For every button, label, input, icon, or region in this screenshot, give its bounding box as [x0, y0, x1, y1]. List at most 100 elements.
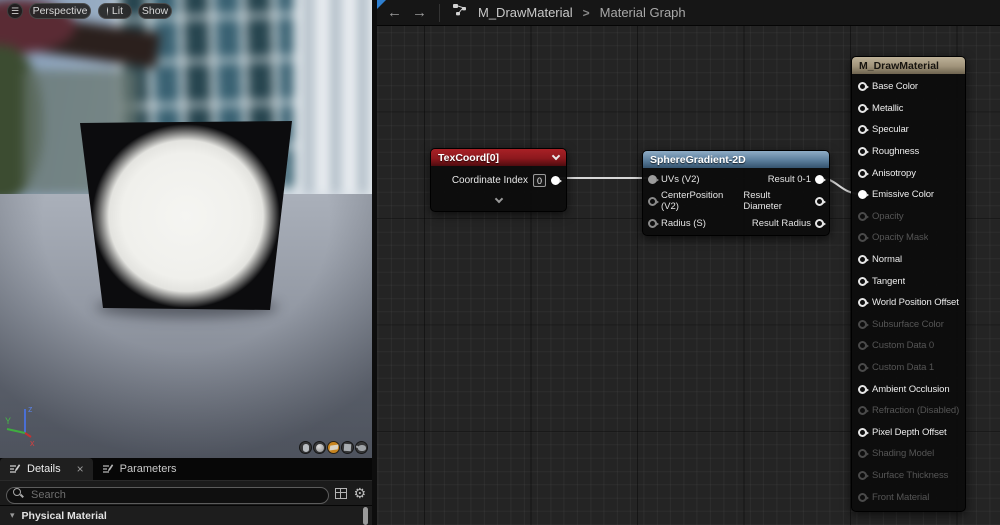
expander-icon[interactable]: ▾: [10, 510, 15, 521]
coordinate-index-value[interactable]: 0: [533, 174, 546, 187]
material-pin-row[interactable]: Anisotropy: [852, 162, 965, 184]
perspective-button[interactable]: Perspective: [29, 3, 91, 19]
pin-icon[interactable]: [858, 384, 869, 394]
pin-icon[interactable]: [858, 147, 869, 157]
resultradius-output-pin[interactable]: [815, 218, 826, 228]
forward-button[interactable]: →: [412, 5, 427, 20]
material-pin-row[interactable]: Refraction (Disabled): [852, 400, 965, 422]
material-pin-row[interactable]: Metallic: [852, 98, 965, 120]
result01-output-pin[interactable]: [815, 174, 826, 184]
axis-x-label: x: [30, 438, 35, 448]
display-filter-icon[interactable]: [335, 487, 348, 499]
pin-icon[interactable]: [858, 449, 869, 459]
pin-icon[interactable]: [858, 363, 869, 373]
show-button[interactable]: Show: [138, 3, 172, 19]
pin-icon[interactable]: [858, 470, 869, 480]
material-pin-row[interactable]: Shading Model: [852, 443, 965, 465]
pin-icon[interactable]: [858, 298, 869, 308]
pin-icon[interactable]: [858, 103, 869, 113]
pin-label: Subsurface Color: [872, 318, 944, 330]
pin-icon[interactable]: [858, 190, 869, 200]
material-preview-viewport[interactable]: ☰ Perspective Lit Show z Y x: [0, 0, 372, 458]
centerposition-input-pin[interactable]: [648, 196, 659, 206]
breadcrumb-graph-name[interactable]: Material Graph: [600, 5, 686, 20]
tab-parameters-label: Parameters: [119, 463, 177, 475]
uvs-input-pin[interactable]: [648, 174, 659, 184]
node-material-result[interactable]: M_DrawMaterial Base Color Metallic Specu…: [851, 56, 966, 512]
pin-icon[interactable]: [858, 341, 869, 351]
resultdiameter-output-pin[interactable]: [815, 196, 826, 206]
viewport-menu-button[interactable]: ☰: [7, 3, 23, 19]
shape-teapot-button[interactable]: [355, 441, 368, 454]
tab-details[interactable]: Details ×: [0, 458, 93, 480]
material-pin-row[interactable]: Custom Data 1: [852, 357, 965, 379]
material-pin-row[interactable]: Ambient Occlusion: [852, 378, 965, 400]
details-scrollbar[interactable]: [363, 507, 368, 525]
parameters-icon: [102, 463, 114, 475]
pin-icon[interactable]: [858, 319, 869, 329]
pin-label: Opacity Mask: [872, 232, 929, 244]
active-panel-accent: [377, 0, 386, 9]
search-icon: [13, 487, 21, 496]
pin-row: Radius (S) Result Radius: [643, 212, 829, 234]
tab-details-label: Details: [27, 463, 61, 475]
material-pin-row[interactable]: Opacity: [852, 206, 965, 228]
pin-label: Base Color: [872, 81, 918, 93]
material-pin-row[interactable]: Pixel Depth Offset: [852, 422, 965, 444]
pin-icon[interactable]: [858, 427, 869, 437]
material-pin-row[interactable]: Front Material: [852, 486, 965, 508]
pin-row: CenterPosition (V2) Result Diameter: [643, 190, 829, 212]
breadcrumb-chevron: >: [582, 5, 590, 20]
material-graph-pane[interactable]: TexCoord[0] Coordinate Index 0 SphereGra…: [372, 0, 1000, 525]
node-texcoord-header[interactable]: TexCoord[0]: [431, 149, 566, 166]
node-sphere-gradient[interactable]: SphereGradient-2D UVs (V2) Result 0-1 Ce…: [642, 150, 830, 236]
physical-material-section[interactable]: ▾ Physical Material: [0, 505, 372, 525]
pin-label: Metallic: [872, 102, 904, 114]
pin-icon[interactable]: [858, 276, 869, 286]
node-texcoord-title: TexCoord[0]: [438, 151, 500, 164]
close-icon[interactable]: ×: [77, 462, 84, 476]
breadcrumb-material-name[interactable]: M_DrawMaterial: [478, 5, 573, 20]
shape-cube-button[interactable]: [341, 441, 354, 454]
node-expander[interactable]: [431, 194, 566, 204]
shape-cylinder-button[interactable]: [299, 441, 312, 454]
gear-icon[interactable]: ⚙: [353, 486, 366, 500]
material-editor-window: ☰ Perspective Lit Show z Y x Details × P…: [0, 0, 1000, 525]
back-button[interactable]: ←: [387, 5, 402, 20]
pin-label: Ambient Occlusion: [872, 383, 950, 395]
material-pin-row[interactable]: Surface Thickness: [852, 465, 965, 487]
material-pin-row[interactable]: Opacity Mask: [852, 227, 965, 249]
pin-icon[interactable]: [858, 168, 869, 178]
material-pin-row[interactable]: Emissive Color: [852, 184, 965, 206]
lit-button[interactable]: Lit: [98, 3, 132, 19]
texcoord-output-pin[interactable]: [551, 176, 562, 185]
material-pin-row[interactable]: Specular: [852, 119, 965, 141]
material-pin-row[interactable]: Base Color: [852, 76, 965, 98]
chevron-down-icon[interactable]: [551, 151, 561, 161]
axis-z-label: z: [28, 404, 33, 414]
pin-icon[interactable]: [858, 233, 869, 243]
radius-input-pin[interactable]: [648, 218, 659, 228]
material-pin-row[interactable]: World Position Offset: [852, 292, 965, 314]
pin-label: Emissive Color: [872, 189, 934, 201]
pin-icon[interactable]: [858, 406, 869, 416]
pin-icon[interactable]: [858, 255, 869, 265]
node-texcoord[interactable]: TexCoord[0] Coordinate Index 0: [430, 148, 567, 212]
material-pin-row[interactable]: Subsurface Color: [852, 314, 965, 336]
node-sphere-gradient-header[interactable]: SphereGradient-2D: [643, 151, 829, 168]
perspective-label: Perspective: [32, 5, 88, 17]
material-pin-row[interactable]: Tangent: [852, 270, 965, 292]
material-pin-row[interactable]: Custom Data 0: [852, 335, 965, 357]
pin-icon[interactable]: [858, 82, 869, 92]
node-material-result-header[interactable]: M_DrawMaterial: [852, 57, 965, 74]
tab-parameters[interactable]: Parameters: [93, 458, 186, 480]
pin-icon[interactable]: [858, 211, 869, 221]
pin-icon[interactable]: [858, 125, 869, 135]
material-pin-row[interactable]: Roughness: [852, 141, 965, 163]
shape-plane-button[interactable]: [327, 441, 340, 454]
shape-sphere-button[interactable]: [313, 441, 326, 454]
search-input[interactable]: [6, 486, 330, 504]
section-header-label: Physical Material: [21, 509, 107, 522]
material-pin-row[interactable]: Normal: [852, 249, 965, 271]
pin-icon[interactable]: [858, 492, 869, 502]
